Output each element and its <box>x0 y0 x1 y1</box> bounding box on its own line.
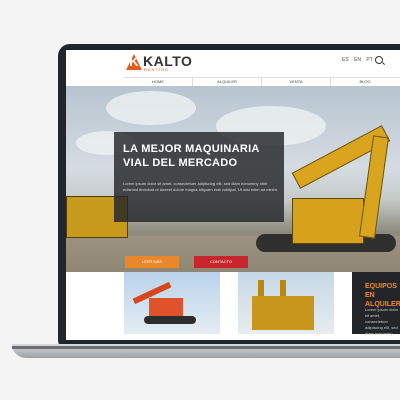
logo-mark-letter: K <box>129 54 139 69</box>
card-dozer-image[interactable] <box>238 272 334 334</box>
excavator-image <box>292 198 364 244</box>
lang-pt[interactable]: PT <box>366 57 372 63</box>
rental-card-title: EQUIPOS EN ALQUILER <box>365 283 400 308</box>
logo-subtext: RENTING <box>144 67 169 72</box>
rental-card[interactable]: EQUIPOS EN ALQUILER Lorem ipsum dolor si… <box>352 272 400 336</box>
featured-cards: EQUIPOS EN ALQUILER Lorem ipsum dolor si… <box>66 272 400 340</box>
website-screen: K KALTO RENTING ES EN PT HOME ALQUILER V… <box>66 50 400 340</box>
site-header: K KALTO RENTING ES EN PT <box>66 50 400 76</box>
nav-blog[interactable]: BLOG <box>331 78 399 86</box>
excavator-body-shape <box>149 298 183 318</box>
language-switcher: ES EN PT <box>342 57 377 63</box>
lang-en[interactable]: EN <box>354 57 361 63</box>
nav-home[interactable]: HOME <box>124 78 193 86</box>
cloud-shape <box>106 91 196 125</box>
kalto-logo[interactable]: K KALTO RENTING <box>126 53 192 73</box>
contact-button[interactable]: CONTACTO <box>194 256 248 268</box>
hero-title: LA MEJOR MAQUINARIA VIAL DEL MERCADO <box>123 143 260 169</box>
search-icon[interactable] <box>375 56 383 64</box>
card-excavator-image[interactable] <box>124 272 220 334</box>
laptop-base-lip <box>12 346 400 349</box>
excavator-track-shape <box>144 316 196 324</box>
lang-es[interactable]: ES <box>342 57 349 63</box>
nav-venta[interactable]: VENTA <box>262 78 331 86</box>
hero-text-panel: LA MEJOR MAQUINARIA VIAL DEL MERCADO Lor… <box>114 132 284 222</box>
rental-card-text: Lorem ipsum dolor sit amet, consectetuer… <box>365 307 399 336</box>
dozer-body-shape <box>252 296 314 330</box>
read-more-button[interactable]: LEER MÁS <box>125 256 179 268</box>
hero-description: Lorem ipsum dolor sit amet, consectetuer… <box>123 181 278 192</box>
nav-alquiler[interactable]: ALQUILER <box>193 78 262 86</box>
